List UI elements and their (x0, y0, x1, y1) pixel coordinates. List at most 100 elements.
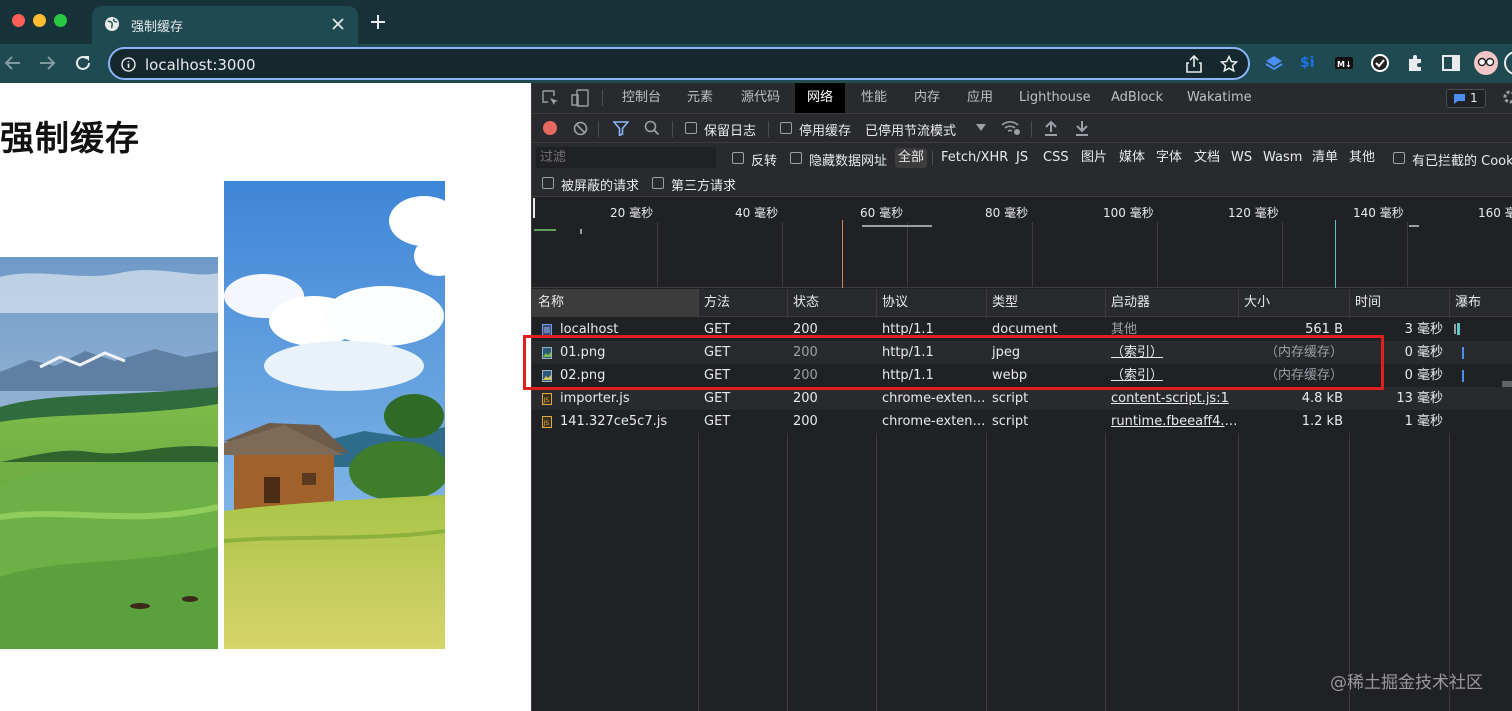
column-header-method[interactable]: 方法 (698, 289, 787, 317)
disable-cache-checkbox[interactable] (780, 122, 792, 134)
request-status: 200 (793, 391, 818, 406)
column-header-protocol[interactable]: 协议 (876, 289, 986, 317)
tab-network[interactable]: 网络 (795, 83, 846, 113)
extension-layers-icon[interactable] (1264, 53, 1284, 73)
overview-bar (1409, 225, 1419, 227)
column-header-waterfall[interactable]: 瀑布 (1449, 289, 1512, 317)
filter-type-image[interactable]: 图片 (1078, 148, 1110, 168)
maximize-window-button[interactable] (54, 14, 67, 27)
filter-input[interactable] (536, 147, 716, 168)
tab-memory[interactable]: 内存 (902, 83, 952, 113)
info-icon[interactable] (121, 57, 136, 72)
throttling-select[interactable]: 已停用节流模式 (865, 120, 956, 139)
filter-type-other[interactable]: 其他 (1346, 148, 1378, 168)
tab-elements[interactable]: 元素 (675, 83, 725, 113)
column-header-type[interactable]: 类型 (986, 289, 1105, 317)
filter-type-css[interactable]: CSS (1040, 148, 1072, 168)
overview-tick: 140 毫秒 (1353, 206, 1404, 220)
waterfall-bar (1457, 323, 1460, 335)
overview-bar (862, 225, 932, 227)
invert-checkbox[interactable] (732, 152, 744, 164)
close-icon[interactable] (331, 17, 345, 31)
network-conditions-icon[interactable] (1001, 120, 1021, 136)
address-bar[interactable]: localhost:3000 (108, 47, 1250, 80)
clear-icon[interactable] (573, 121, 588, 136)
hide-data-urls-checkbox[interactable] (790, 152, 802, 164)
forward-icon[interactable] (38, 54, 56, 72)
table-row[interactable]: JS 141.327ce5c7.js GET 200 chrome-exten…… (532, 410, 1512, 433)
tab-wakatime[interactable]: Wakatime (1175, 83, 1264, 113)
minimize-window-button[interactable] (33, 14, 46, 27)
extension-check-icon[interactable] (1370, 53, 1390, 73)
filter-type-media[interactable]: 媒体 (1116, 148, 1148, 168)
overview-handle[interactable] (533, 198, 535, 218)
network-overview[interactable]: 20 毫秒 40 毫秒 60 毫秒 80 毫秒 100 毫秒 120 毫秒 14… (532, 198, 1512, 288)
back-icon[interactable] (4, 54, 22, 72)
filter-type-doc[interactable]: 文档 (1191, 148, 1223, 168)
column-header-initiator[interactable]: 启动器 (1105, 289, 1238, 317)
device-toolbar-icon[interactable] (571, 89, 589, 107)
request-initiator-link[interactable]: content-script.js:1 (1105, 387, 1238, 410)
divider (932, 151, 933, 165)
issues-badge[interactable]: 1 (1446, 89, 1486, 108)
column-header-time[interactable]: 时间 (1349, 289, 1449, 317)
tab-application[interactable]: 应用 (955, 83, 1005, 113)
divider (1031, 121, 1032, 137)
request-type: script (992, 391, 1029, 406)
filter-type-wasm[interactable]: Wasm (1260, 148, 1305, 168)
blocked-requests-checkbox[interactable] (542, 177, 554, 189)
plus-icon[interactable] (370, 14, 386, 30)
extensions-puzzle-icon[interactable] (1406, 53, 1426, 73)
filter-type-font[interactable]: 字体 (1153, 148, 1185, 168)
chevron-down-icon[interactable] (976, 124, 986, 131)
sidebar-icon[interactable] (1441, 53, 1461, 73)
filter-type-js[interactable]: JS (1013, 148, 1031, 168)
divider (598, 121, 599, 137)
inspect-element-icon[interactable] (542, 90, 559, 107)
extension-dollar-icon[interactable]: $i (1300, 53, 1320, 73)
settings-gear-icon[interactable] (1502, 89, 1512, 105)
tab-lighthouse[interactable]: Lighthouse (1007, 83, 1103, 113)
filter-type-fetch-xhr[interactable]: Fetch/XHR (938, 148, 1011, 168)
divider (672, 121, 673, 137)
profile-menu-button[interactable] (1504, 51, 1512, 75)
reload-icon[interactable] (74, 54, 92, 72)
column-header-name[interactable]: 名称 (532, 289, 698, 317)
avatar[interactable] (1474, 51, 1498, 75)
tab-performance[interactable]: 性能 (849, 83, 899, 113)
column-header-status[interactable]: 状态 (787, 289, 876, 317)
filter-icon[interactable] (613, 121, 629, 136)
tab-sources[interactable]: 源代码 (729, 83, 792, 113)
record-button[interactable] (543, 121, 557, 135)
search-icon[interactable] (644, 120, 660, 136)
dom-content-loaded-marker (842, 220, 843, 288)
download-har-icon[interactable] (1075, 120, 1089, 136)
third-party-checkbox[interactable] (652, 177, 664, 189)
preserve-log-checkbox[interactable] (685, 122, 697, 134)
divider (602, 90, 603, 106)
close-window-button[interactable] (12, 14, 25, 27)
devtools-panel: 控制台 元素 源代码 网络 性能 内存 应用 Lighthouse AdBloc… (531, 83, 1512, 711)
request-name: 141.327ce5c7.js (560, 414, 668, 429)
share-icon[interactable] (1186, 55, 1202, 73)
filter-type-all[interactable]: 全部 (895, 148, 928, 168)
gridline (1407, 222, 1408, 288)
script-icon: JS (542, 416, 552, 428)
overview-tick: 100 毫秒 (1103, 206, 1154, 220)
browser-tab[interactable]: 强制缓存 (92, 6, 358, 44)
filter-type-manifest[interactable]: 清单 (1309, 148, 1341, 168)
message-icon (1454, 94, 1465, 104)
filter-type-ws[interactable]: WS (1228, 148, 1255, 168)
extension-markdown-icon[interactable]: M↓ (1334, 53, 1354, 73)
tab-console[interactable]: 控制台 (610, 83, 673, 113)
blocked-cookies-checkbox[interactable] (1393, 152, 1405, 164)
upload-har-icon[interactable] (1044, 120, 1058, 136)
star-icon[interactable] (1220, 55, 1238, 73)
overview-tick: 120 毫秒 (1228, 206, 1279, 220)
column-header-size[interactable]: 大小 (1238, 289, 1349, 317)
blocked-cookies-label: 有已拦截的 Cook (1412, 154, 1512, 169)
waterfall-scrollbar[interactable] (1502, 381, 1512, 387)
tab-adblock[interactable]: AdBlock (1099, 83, 1175, 113)
table-row[interactable]: JS importer.js GET 200 chrome-exten… scr… (532, 387, 1512, 410)
request-initiator-link[interactable]: runtime.fbeeaff4.js:1 (1105, 410, 1238, 433)
